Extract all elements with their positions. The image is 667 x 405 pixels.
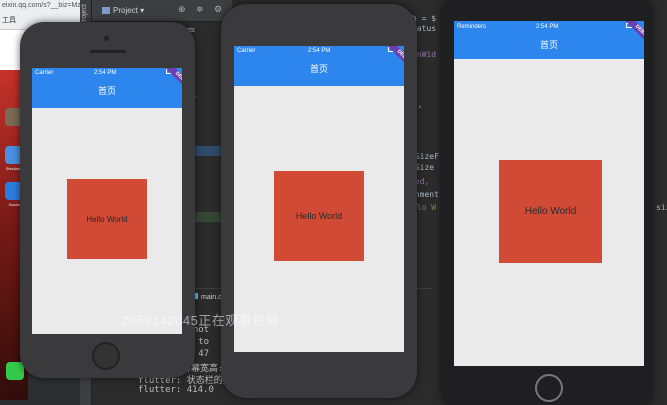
gear-icon[interactable]: ⚙ <box>214 4 222 15</box>
hello-world-box: Hello World <box>67 179 147 259</box>
viewer-watermark: 2859142045正在观看视频 <box>121 313 280 328</box>
simulator-screen[interactable]: Carrier 2:54 PM 首页 DEBUG Hello World <box>32 68 182 334</box>
speaker-grille <box>90 50 126 53</box>
status-bar: Reminders 2:54 PM <box>454 21 644 33</box>
app-bar-title: 首页 <box>454 33 644 59</box>
browser-tools-menu[interactable]: 工具 <box>2 15 16 25</box>
simulator-iphone-medium: Carrier 2:54 PM 首页 DEBUG Hello World <box>221 4 417 398</box>
carrier-label: Carrier <box>35 70 54 76</box>
hello-world-box: Hello World <box>274 171 364 261</box>
carrier-label: Carrier <box>237 48 256 54</box>
code-line: siz <box>656 203 667 212</box>
hello-world-text: Hello World <box>86 214 128 224</box>
project-panel-header: Project ▾ ⊕ ≑ ⚙ <box>92 0 232 22</box>
status-bar: Carrier 2:54 PM <box>234 46 404 56</box>
collapse-icon[interactable]: ≑ <box>196 4 204 15</box>
back-app-label: Reminders <box>457 24 487 30</box>
home-button[interactable] <box>535 374 563 402</box>
app-bar-title: 首页 <box>234 56 404 86</box>
simulator-iphone-large: Reminders 2:54 PM 首页 DEBUG Hello World <box>442 0 652 405</box>
hello-world-text: Hello World <box>524 206 577 217</box>
front-camera <box>104 36 109 41</box>
editor-tab-main[interactable]: main.d <box>192 293 222 301</box>
hello-world-text: Hello World <box>295 211 343 221</box>
project-label: Project <box>113 6 138 15</box>
messages-app-icon[interactable] <box>6 362 24 380</box>
folder-icon <box>102 7 110 14</box>
target-icon[interactable]: ⊕ <box>178 4 186 15</box>
simulator-screen[interactable]: Reminders 2:54 PM 首页 DEBUG Hello World <box>454 21 644 366</box>
project-selector[interactable]: Project ▾ <box>102 6 144 15</box>
tab-label: main.d <box>201 294 223 301</box>
status-bar: Carrier 2:54 PM <box>32 68 182 78</box>
time-label: 2:54 PM <box>94 70 117 76</box>
console-line: flutter: 414.0 <box>138 385 214 395</box>
simulator-screen[interactable]: Carrier 2:54 PM 首页 DEBUG Hello World <box>234 46 404 352</box>
time-label: 2:54 PM <box>308 48 331 54</box>
app-bar-title: 首页 <box>32 78 182 108</box>
home-button[interactable] <box>92 342 120 370</box>
chevron-down-icon: ▾ <box>140 6 145 15</box>
hello-world-box: Hello World <box>499 160 602 263</box>
time-label: 2:54 PM <box>536 24 559 30</box>
